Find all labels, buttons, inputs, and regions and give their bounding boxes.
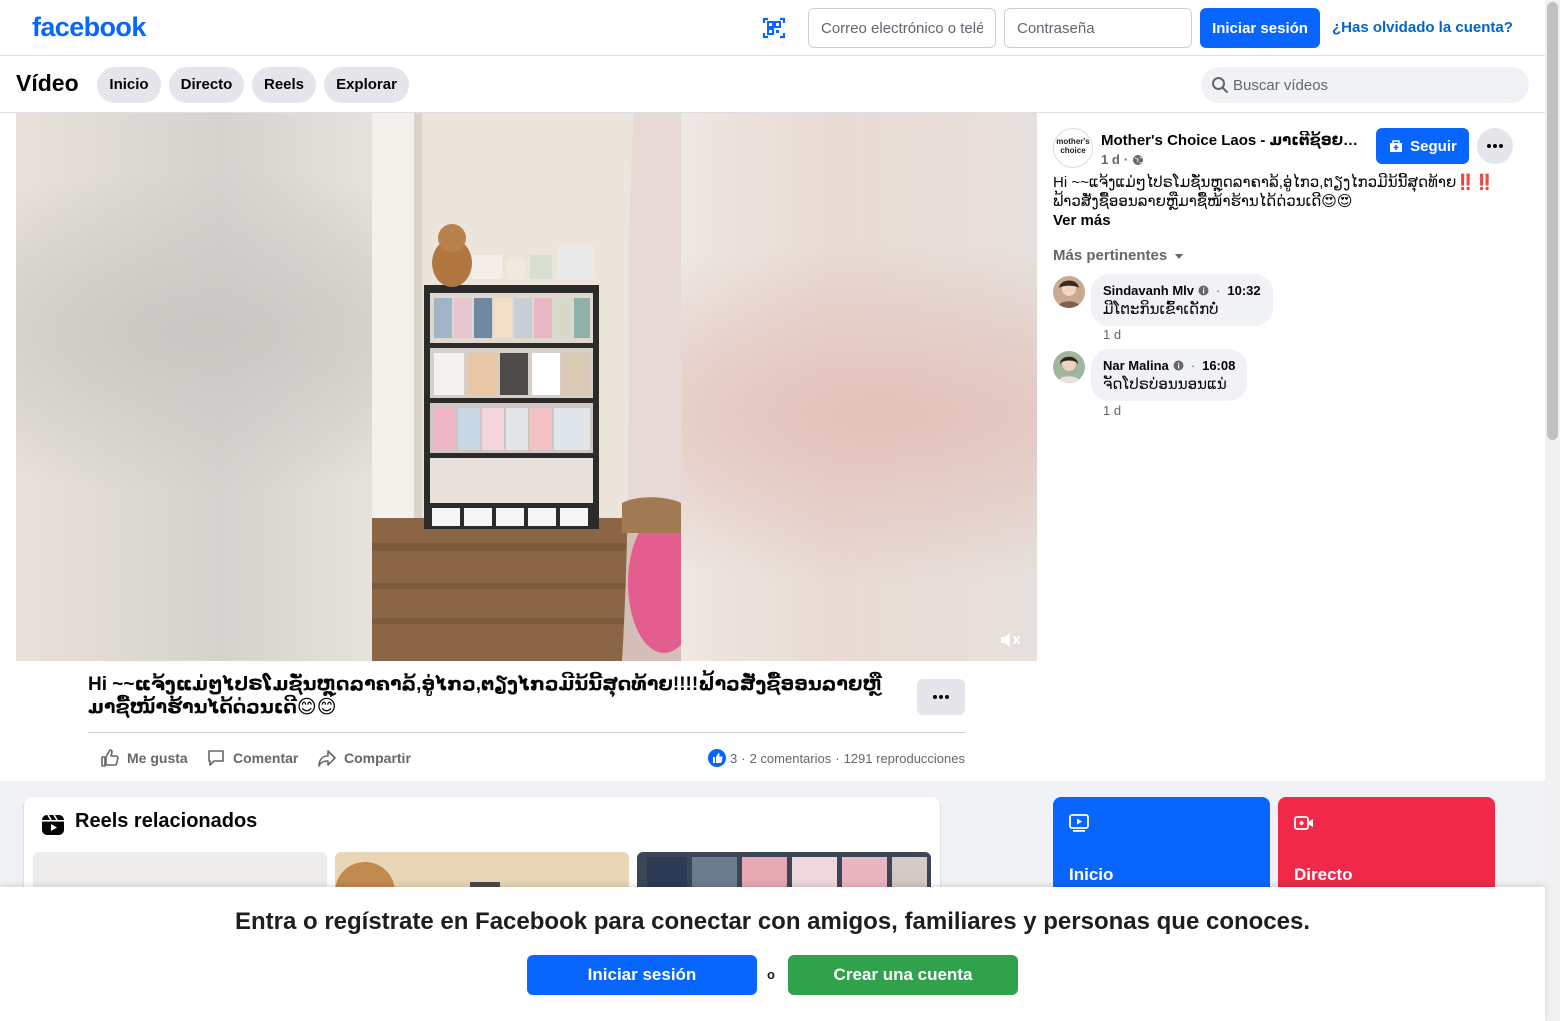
- tab-directo[interactable]: Directo: [169, 67, 244, 103]
- share-button[interactable]: Compartir: [317, 746, 411, 770]
- comment-text: ຈັດໂປຣບ່ອນນອນແນ່: [1103, 376, 1227, 393]
- caret-down-icon: [1175, 253, 1184, 259]
- live-camera-icon: [1294, 816, 1313, 830]
- like-reaction-icon: [708, 749, 726, 767]
- comment-author[interactable]: Sindavanh Mlv: [1103, 283, 1194, 298]
- video-still-image: [372, 113, 681, 661]
- video-frame[interactable]: [372, 113, 681, 661]
- facebook-logo[interactable]: facebook: [32, 12, 146, 43]
- login-prompt-text: Entra o regístrate en Facebook para cone…: [234, 908, 1311, 935]
- comment-author[interactable]: Nar Malina: [1103, 358, 1169, 373]
- post-timestamp[interactable]: 1 d ·: [1101, 152, 1144, 167]
- commenter-avatar[interactable]: [1053, 351, 1085, 383]
- tile-label: Inicio: [1069, 865, 1114, 884]
- video-search: [1201, 67, 1529, 103]
- video-more-options-button[interactable]: [917, 679, 965, 715]
- scrollbar-thumb[interactable]: [1547, 2, 1558, 440]
- top-navigation-bar: facebook Iniciar sesión ¿Has olvidado la…: [0, 0, 1545, 56]
- video-player[interactable]: [16, 113, 1037, 661]
- search-icon: [1212, 77, 1228, 93]
- comment-count[interactable]: 2 comentarios: [750, 751, 832, 766]
- reels-icon: [42, 814, 64, 835]
- related-reels-title: Reels relacionados: [75, 810, 258, 832]
- post-text: Hi ~~ແຈ້ງແມ່ໆໄປຣໂມຊັ່ນຫຼຸດລາຄາລ້,ອູ່ໄກວ,…: [1053, 174, 1494, 210]
- more-options-icon: [1487, 144, 1503, 148]
- globe-icon: [1133, 154, 1144, 165]
- more-options-icon: [933, 695, 949, 699]
- post-more-options-button[interactable]: [1477, 128, 1513, 164]
- comment-video-time[interactable]: 16:08: [1202, 358, 1235, 373]
- divider: [88, 732, 965, 733]
- tab-explorar[interactable]: Explorar: [324, 67, 409, 103]
- page-title: Vídeo: [16, 70, 79, 96]
- login-prompt-banner: Entra o regístrate en Facebook para cone…: [0, 887, 1545, 1021]
- muted-speaker-icon[interactable]: [998, 628, 1022, 652]
- comment-text: ມີໂຕະກິນເຂົ້າເດັກບໍ່: [1103, 301, 1219, 318]
- info-icon: [1173, 360, 1184, 371]
- qr-scan-icon[interactable]: [762, 16, 786, 40]
- forgot-account-link[interactable]: ¿Has olvidado la cuenta?: [1332, 19, 1513, 36]
- comment-bubble: Nar Malina · 16:08 ຈັດໂປຣບ່ອນນອນແນ່: [1091, 349, 1248, 401]
- commenter-avatar[interactable]: [1053, 276, 1085, 308]
- comment-bubble-icon: [208, 750, 224, 766]
- reaction-count[interactable]: 3: [730, 751, 737, 766]
- view-count: 1291 reproducciones: [843, 750, 965, 766]
- page-name-link[interactable]: Mother's Choice Laos - ມາເຕີຊ້ອຍລາວ: [1101, 131, 1367, 149]
- or-separator: o: [767, 967, 775, 982]
- banner-login-button[interactable]: Iniciar sesión: [527, 955, 757, 995]
- comment-label: Comentar: [233, 750, 299, 766]
- comment-sort-dropdown[interactable]: Más pertinentes: [1053, 247, 1185, 264]
- comment-video-time[interactable]: 10:32: [1227, 283, 1260, 298]
- video-home-icon: [1069, 814, 1089, 832]
- follow-button[interactable]: Seguir: [1376, 128, 1469, 164]
- share-arrow-icon: [318, 750, 336, 767]
- comment-age[interactable]: 1 d: [1103, 327, 1121, 342]
- create-account-button[interactable]: Crear una cuenta: [788, 955, 1018, 995]
- video-caption: Hi ~~ແຈ້ງແມ່ໆໄປຣໂມຊັ່ນຫຼຸດລາຄາລ້,ອູ່ໄກວ,…: [88, 674, 883, 718]
- email-field[interactable]: [808, 8, 996, 48]
- video-stats: 3 · 2 comentarios · 1291 reproducciones: [708, 746, 965, 770]
- comment-age[interactable]: 1 d: [1103, 403, 1121, 418]
- page-avatar[interactable]: mother's choice: [1053, 128, 1093, 168]
- see-more-link[interactable]: Ver más: [1053, 212, 1111, 229]
- video-header-bar: Vídeo Inicio Directo Reels Explorar: [0, 57, 1545, 113]
- info-icon: [1198, 285, 1209, 296]
- password-field[interactable]: [1004, 8, 1192, 48]
- tab-reels[interactable]: Reels: [252, 67, 316, 103]
- thumbs-up-icon: [101, 749, 119, 767]
- tab-inicio[interactable]: Inicio: [97, 67, 161, 103]
- like-label: Me gusta: [127, 750, 188, 766]
- follow-page-icon: [1390, 140, 1403, 152]
- share-label: Compartir: [344, 750, 411, 766]
- search-input[interactable]: [1233, 67, 1513, 103]
- comment-bubble: Sindavanh Mlv · 10:32 ມີໂຕະກິນເຂົ້າເດັກບ…: [1091, 274, 1273, 326]
- like-button[interactable]: Me gusta: [100, 746, 188, 770]
- tile-label: Directo: [1294, 865, 1353, 884]
- page-scrollbar[interactable]: [1545, 0, 1560, 1021]
- login-button[interactable]: Iniciar sesión: [1200, 8, 1320, 48]
- comment-button[interactable]: Comentar: [206, 746, 298, 770]
